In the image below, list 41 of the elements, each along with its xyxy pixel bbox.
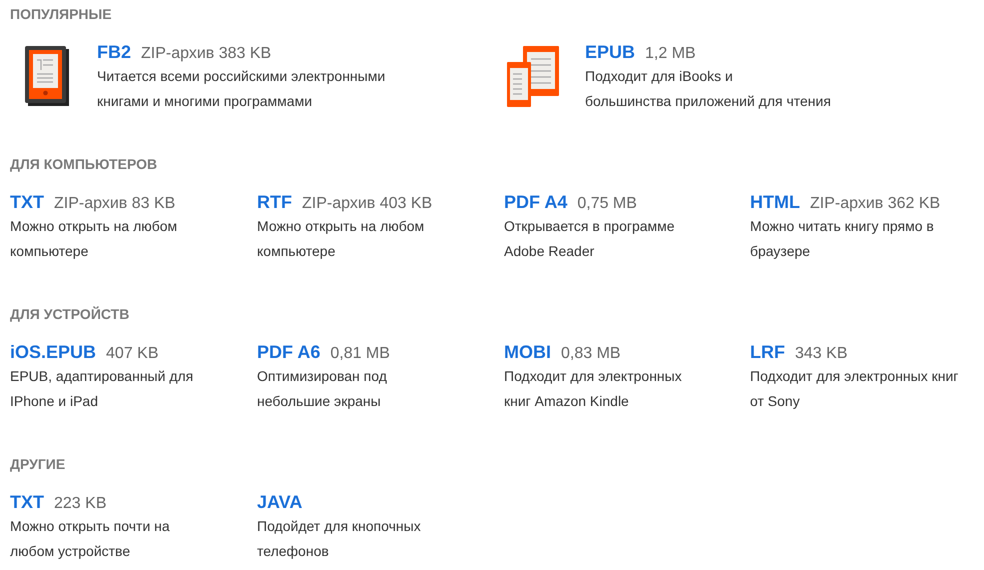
format-description: Подходит для электронных книг Amazon Kindle [504, 367, 683, 411]
file-size: 343 KB [795, 345, 848, 362]
format-description: Можно открыть на любом компьютере [257, 217, 426, 261]
format-description: Подходит для iBooks и большинства приложений для чтения [585, 67, 831, 111]
format-description: Оптимизирован под небольшие экраны [257, 367, 388, 411]
file-size: 0,83 MB [561, 345, 621, 362]
format-description: Подойдет для кнопочных телефонов [257, 517, 422, 561]
format-link[interactable]: FB2 [97, 42, 132, 62]
format-link[interactable]: iOS.EPUB [10, 342, 96, 362]
format-link[interactable]: PDF A4 [504, 192, 568, 212]
format-link[interactable]: MOBI [504, 342, 551, 362]
section-heading: ПОПУЛЯРНЫЕ [10, 6, 113, 22]
format-link[interactable]: HTML [750, 192, 800, 212]
file-size: 407 KB [106, 345, 159, 362]
file-size: 1,2 MB [645, 45, 696, 62]
file-size: ZIP-архив 403 KB [302, 195, 432, 212]
format-description: Подходит для электронных книг от Sony [750, 367, 960, 411]
section-heading: ДРУГИЕ [10, 456, 66, 472]
file-size: 223 KB [54, 495, 106, 512]
file-size: ZIP-архив 83 KB [54, 195, 176, 212]
format-description: Можно открыть на любом компьютере [10, 217, 178, 261]
format-description: Читается всеми российскими электронными книгами и многими программами [97, 67, 386, 111]
section-heading: ДЛЯ УСТРОЙСТВ [10, 306, 130, 322]
e-reader-icon [25, 46, 69, 106]
section-heading: ДЛЯ КОМПЬЮТЕРОВ [10, 156, 158, 172]
format-link[interactable]: RTF [257, 192, 292, 212]
file-size: 0,75 MB [577, 195, 637, 212]
format-link[interactable]: JAVA [257, 492, 302, 512]
format-description: EPUB, адаптированный для IPhone и iPad [10, 367, 194, 411]
format-link[interactable]: TXT [10, 492, 44, 512]
format-link[interactable]: LRF [750, 342, 785, 362]
format-description: Открывается в программе Adobe Reader [504, 217, 676, 261]
file-size: ZIP-архив 383 KB [141, 45, 272, 62]
file-size: ZIP-архив 362 KB [810, 195, 940, 212]
format-link[interactable]: PDF A6 [257, 342, 320, 362]
tablets-icon [507, 46, 559, 108]
format-description: Можно открыть почти на любом устройстве [10, 517, 171, 561]
file-size: 0,81 MB [330, 345, 390, 362]
format-description: Можно читать книгу прямо в браузере [750, 217, 935, 261]
format-link[interactable]: TXT [10, 192, 44, 212]
format-link[interactable]: EPUB [585, 42, 636, 62]
